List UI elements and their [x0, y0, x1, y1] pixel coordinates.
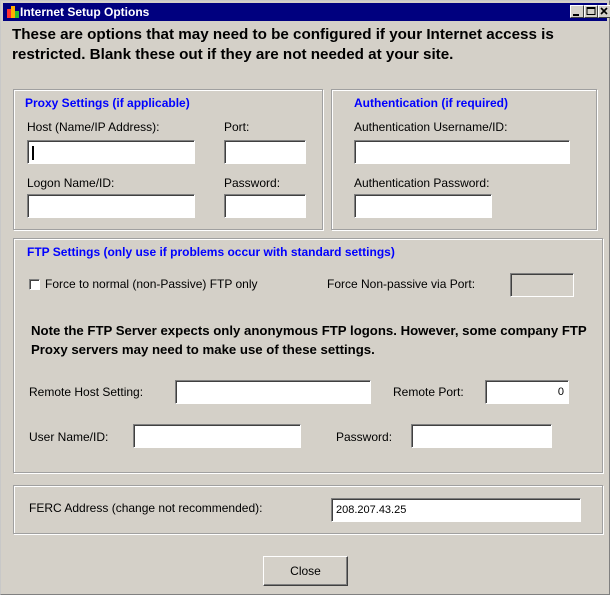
ferc-panel: FERC Address (change not recommended): [13, 485, 603, 534]
authentication-title: Authentication (if required) [354, 96, 508, 110]
auth-username-label: Authentication Username/ID: [354, 120, 508, 134]
ftp-username-input[interactable] [133, 424, 301, 448]
remote-port-label: Remote Port: [393, 385, 464, 399]
checkbox-box[interactable] [29, 279, 40, 290]
force-normal-ftp-checkbox[interactable]: Force to normal (non-Passive) FTP only [29, 277, 314, 293]
intro-text: These are options that may need to be co… [12, 26, 554, 63]
minimize-button[interactable] [570, 5, 584, 18]
ftp-settings-panel: FTP Settings (only use if problems occur… [13, 238, 603, 473]
close-window-button[interactable] [598, 5, 610, 18]
maximize-button[interactable] [584, 5, 598, 18]
proxy-logon-input[interactable] [27, 194, 195, 218]
proxy-host-container [27, 140, 195, 164]
ftp-settings-title: FTP Settings (only use if problems occur… [27, 245, 395, 259]
auth-password-label: Authentication Password: [354, 176, 490, 190]
title-bar[interactable]: Internet Setup Options [3, 3, 610, 21]
auth-password-input[interactable] [354, 194, 492, 218]
minimize-icon [573, 14, 579, 16]
proxy-logon-label: Logon Name/ID: [27, 176, 115, 190]
ferc-address-label: FERC Address (change not recommended): [29, 501, 263, 515]
close-button[interactable]: Close [263, 556, 348, 586]
window-title: Internet Setup Options [20, 5, 150, 19]
ferc-address-input[interactable] [331, 498, 581, 522]
internet-setup-window: Internet Setup Options These are options… [0, 0, 610, 595]
proxy-settings-title: Proxy Settings (if applicable) [25, 96, 190, 110]
proxy-port-input[interactable] [224, 140, 306, 164]
proxy-port-label: Port: [224, 120, 250, 134]
maximize-icon [586, 7, 596, 15]
ftp-note: Note the FTP Server expects only anonymo… [31, 323, 587, 357]
proxy-settings-panel: Proxy Settings (if applicable) Host (Nam… [13, 89, 323, 230]
remote-port-input[interactable] [485, 380, 569, 404]
ftp-username-label: User Name/ID: [29, 430, 109, 444]
remote-host-label: Remote Host Setting: [29, 385, 144, 399]
proxy-host-input[interactable] [27, 140, 195, 164]
auth-username-input[interactable] [354, 140, 570, 164]
force-port-input[interactable] [510, 273, 574, 297]
authentication-panel: Authentication (if required) Authenticat… [331, 89, 597, 230]
ftp-password-input[interactable] [411, 424, 552, 448]
ftp-password-label: Password: [336, 430, 393, 444]
proxy-host-label: Host (Name/IP Address): [27, 120, 160, 134]
text-caret [32, 146, 34, 160]
force-port-label: Force Non-passive via Port: [327, 277, 476, 291]
proxy-password-label: Password: [224, 176, 281, 190]
force-normal-ftp-label: Force to normal (non-Passive) FTP only [45, 277, 258, 291]
close-icon [600, 7, 608, 15]
remote-host-input[interactable] [175, 380, 371, 404]
proxy-password-input[interactable] [224, 194, 306, 218]
app-icon [7, 6, 19, 18]
